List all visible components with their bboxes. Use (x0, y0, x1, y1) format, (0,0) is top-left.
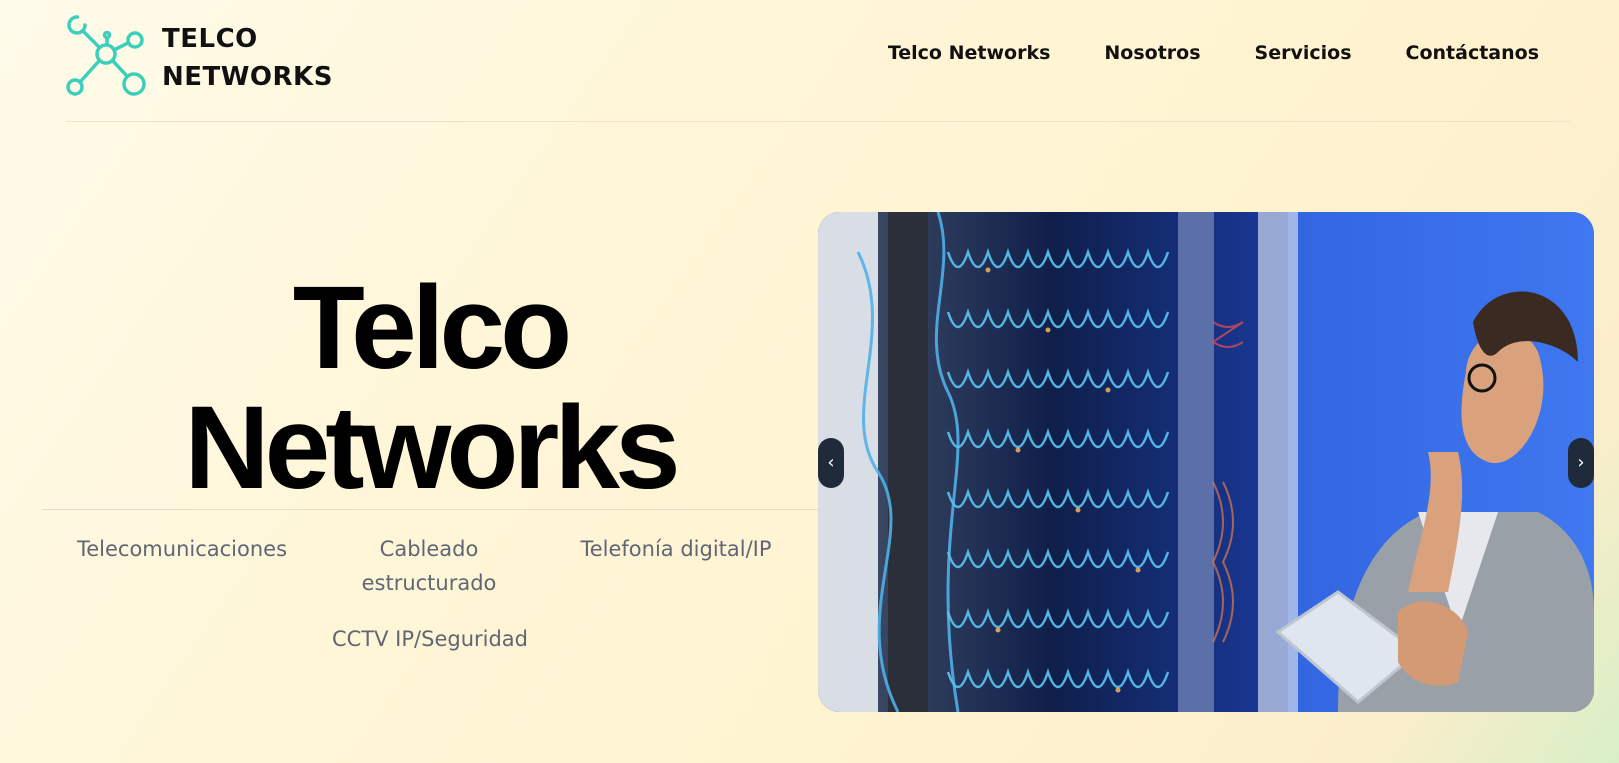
carousel-next-button[interactable]: › (1568, 438, 1594, 488)
service-item-telecomunicaciones: Telecomunicaciones (76, 537, 288, 561)
nav-item-servicios[interactable]: Servicios (1255, 42, 1352, 64)
server-rack-photo (818, 212, 1594, 712)
hero-title-line1: Telco (292, 262, 572, 394)
hero-divider (42, 509, 818, 510)
nav-item-telco-networks[interactable]: Telco Networks (888, 42, 1051, 64)
logo-line2: NETWORKS (162, 62, 333, 92)
main-nav: Telco Networks Nosotros Servicios Contác… (834, 42, 1539, 64)
logo[interactable]: TELCO NETWORKS (66, 14, 356, 100)
service-item-telefonia: Telefonía digital/IP (580, 537, 772, 561)
carousel-prev-button[interactable]: ‹ (818, 438, 844, 488)
header-divider (66, 121, 1570, 122)
nav-item-contactanos[interactable]: Contáctanos (1406, 42, 1539, 64)
hero-carousel[interactable]: ‹ › (818, 212, 1594, 712)
chevron-left-icon: ‹ (827, 452, 835, 473)
chevron-right-icon: › (1577, 452, 1585, 473)
network-nodes-icon (66, 15, 146, 96)
logo-line1: TELCO (162, 24, 258, 54)
nav-item-nosotros[interactable]: Nosotros (1104, 42, 1200, 64)
service-item-cableado: Cableado estructurado (361, 537, 497, 595)
service-item-cctv: CCTV IP/Seguridad (331, 627, 528, 651)
hero-title: Telco Networks (40, 268, 820, 508)
logo-wordmark: TELCO NETWORKS (162, 20, 333, 96)
site-header: TELCO NETWORKS Telco Networks Nosotros S… (0, 0, 1619, 122)
hero-title-line2: Networks (184, 382, 680, 514)
